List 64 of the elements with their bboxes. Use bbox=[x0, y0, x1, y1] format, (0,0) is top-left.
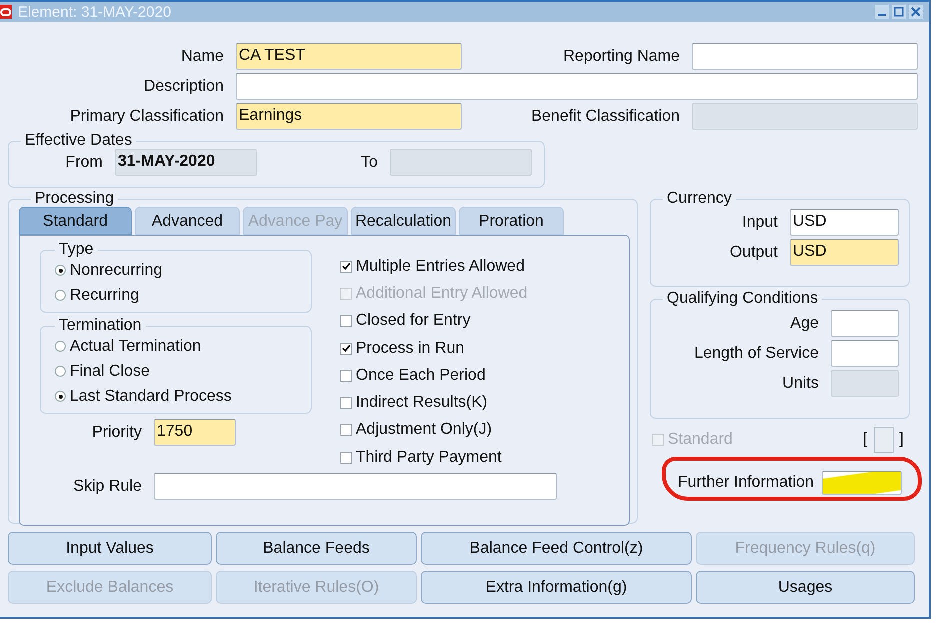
currency-field[interactable]: USD bbox=[790, 239, 899, 266]
field-label: Reporting Name bbox=[562, 48, 681, 66]
checkbox-option[interactable]: Third Party Payment bbox=[340, 444, 528, 472]
checkbox-option[interactable]: Closed for Entry bbox=[340, 308, 528, 335]
classification-field[interactable]: Earnings bbox=[236, 103, 462, 130]
field-label: Input bbox=[741, 214, 779, 232]
app-logo-icon bbox=[0, 5, 12, 19]
action-button[interactable]: Usages bbox=[696, 571, 915, 604]
action-button[interactable]: Input Values bbox=[8, 532, 212, 565]
group-title: Effective Dates bbox=[24, 133, 134, 149]
radio-option[interactable]: Last Standard Process bbox=[55, 384, 311, 409]
checkbox-option[interactable]: Indirect Results(K) bbox=[340, 389, 528, 417]
group-title: Termination bbox=[58, 318, 143, 334]
tab[interactable]: Recalculation bbox=[351, 207, 456, 235]
radio-option[interactable]: Recurring bbox=[55, 283, 311, 308]
checkbox-option[interactable]: Adjustment Only(J) bbox=[340, 416, 528, 444]
field-label: Age bbox=[790, 314, 820, 332]
minimize-icon bbox=[878, 14, 886, 16]
field-label: Name bbox=[180, 48, 225, 66]
skip-rule-field[interactable] bbox=[154, 473, 557, 500]
close-button[interactable] bbox=[909, 5, 923, 19]
bracket: [ bbox=[863, 431, 868, 449]
action-button[interactable]: Balance Feed Control(z) bbox=[421, 532, 692, 565]
field-label: Units bbox=[782, 374, 820, 392]
action-button[interactable]: Extra Information(g) bbox=[421, 571, 692, 604]
field-label: Skip Rule bbox=[72, 478, 143, 496]
further-information-field[interactable] bbox=[822, 471, 902, 495]
reporting-name-field[interactable] bbox=[692, 43, 918, 70]
checkbox-option[interactable]: Once Each Period bbox=[340, 362, 528, 390]
field-label: Length of Service bbox=[693, 344, 820, 362]
field-label: To bbox=[360, 154, 379, 172]
window-title: Element: 31-MAY-2020 bbox=[18, 4, 172, 20]
field-label: Description bbox=[142, 78, 225, 96]
group-title: Type bbox=[58, 242, 95, 258]
field-label: From bbox=[64, 154, 104, 172]
radio-option[interactable]: Final Close bbox=[55, 359, 311, 384]
minimize-button[interactable] bbox=[875, 5, 889, 19]
field-label: Benefit Classification bbox=[530, 108, 681, 126]
checkbox-option[interactable]: Process in Run bbox=[340, 334, 528, 362]
description-field[interactable] bbox=[236, 73, 918, 100]
maximize-button[interactable] bbox=[892, 5, 906, 19]
close-icon bbox=[911, 7, 921, 17]
tab[interactable]: Advanced bbox=[135, 207, 240, 235]
radio-option[interactable]: Nonrecurring bbox=[55, 258, 311, 283]
tab[interactable]: Standard bbox=[19, 207, 132, 235]
bracket: ] bbox=[900, 431, 904, 449]
field-label: Priority bbox=[91, 424, 143, 442]
group-title: Processing bbox=[34, 191, 116, 207]
field-label: Output bbox=[728, 244, 779, 262]
maximize-icon bbox=[894, 7, 904, 17]
priority-field[interactable]: 1750 bbox=[154, 419, 236, 446]
radio-option[interactable]: Actual Termination bbox=[55, 334, 311, 359]
currency-field[interactable]: USD bbox=[790, 209, 899, 236]
field-label: Further Information bbox=[678, 474, 816, 492]
name-field[interactable]: CA TEST bbox=[236, 43, 462, 70]
checkbox-option[interactable]: Multiple Entries Allowed bbox=[340, 253, 528, 280]
action-button[interactable]: Balance Feeds bbox=[216, 532, 417, 565]
condition-field[interactable] bbox=[831, 340, 899, 367]
condition-field[interactable] bbox=[831, 310, 899, 337]
tab[interactable]: Proration bbox=[459, 207, 564, 235]
flexfield-box[interactable] bbox=[874, 427, 894, 453]
group-title: Qualifying Conditions bbox=[666, 291, 820, 307]
group-title: Currency bbox=[666, 191, 733, 207]
field-label: Primary Classification bbox=[69, 108, 225, 126]
